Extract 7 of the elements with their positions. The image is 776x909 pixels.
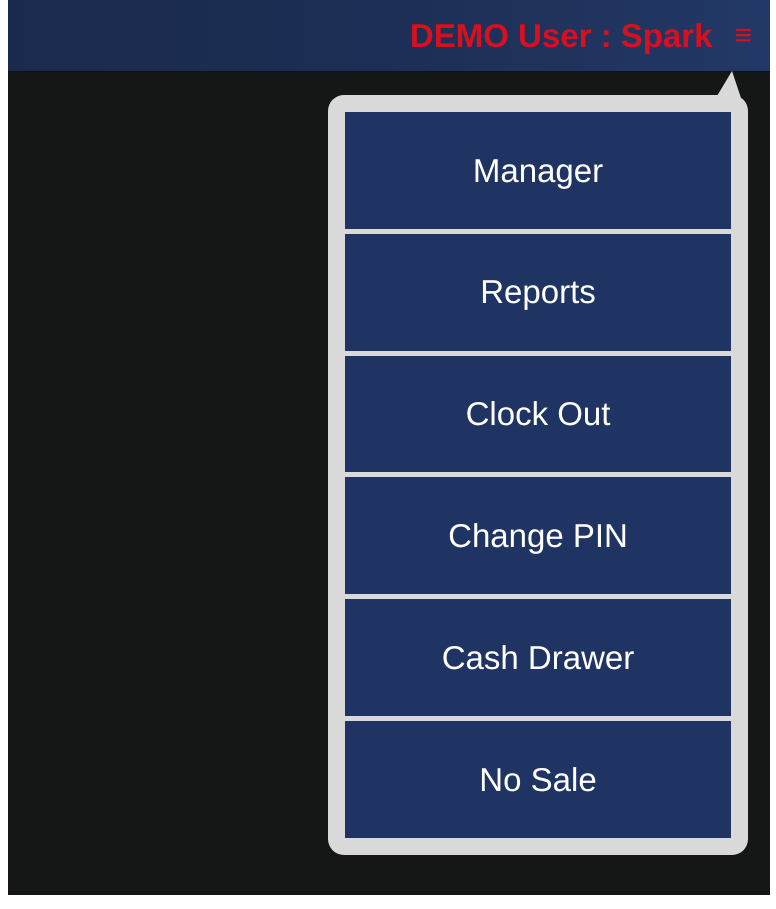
menu-item[interactable]: Manager — [345, 112, 731, 229]
menu-item[interactable]: Clock Out — [345, 356, 731, 472]
menu-item[interactable]: Reports — [345, 234, 731, 351]
user-title: DEMO User : Spark — [410, 19, 712, 52]
menu-item[interactable]: Change PIN — [345, 477, 731, 594]
menu-item[interactable]: No Sale — [345, 721, 731, 838]
menu-item[interactable]: Cash Drawer — [345, 599, 731, 716]
